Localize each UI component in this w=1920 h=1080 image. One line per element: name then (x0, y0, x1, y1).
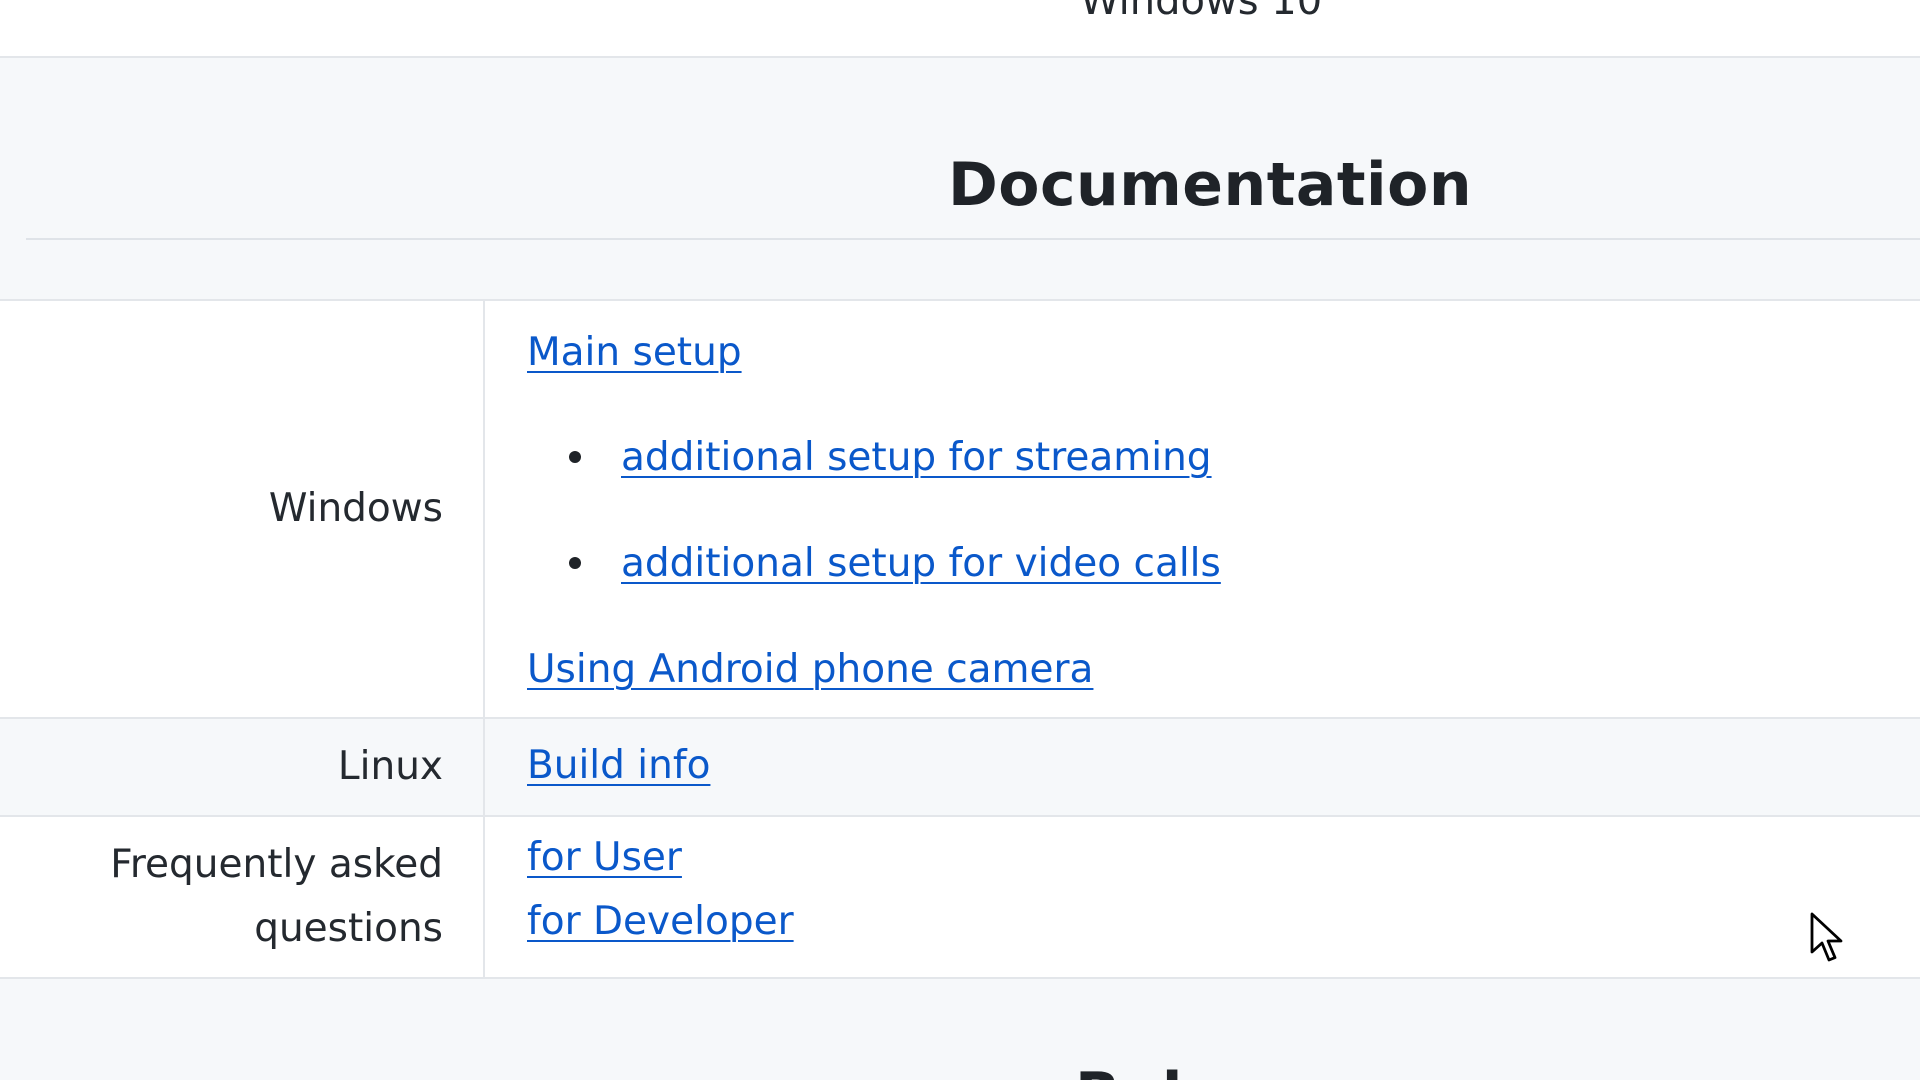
row-label-text: Linux (337, 744, 443, 789)
row-label-linux: Linux (0, 719, 485, 815)
faq-label-line1: Frequently asked (110, 842, 443, 887)
list-item: Main setup (527, 328, 742, 378)
row-label-windows: Windows (0, 301, 485, 717)
list-item: Build info (527, 741, 710, 791)
row-content-faq: for User for Developer (527, 817, 1920, 977)
previous-row-value: Windows 10 (1080, 0, 1323, 24)
bullet-icon (569, 556, 581, 569)
bullet-icon (569, 450, 581, 463)
streaming-setup-link[interactable]: additional setup for streaming (621, 435, 1212, 480)
row-content-windows: Main setup additional setup for streamin… (527, 301, 1920, 717)
mouse-cursor-icon (1810, 912, 1843, 962)
table-row-linux: Linux Build info (0, 717, 1920, 815)
next-section-title: Rel (1075, 1060, 1182, 1080)
table-row-faq: Frequently asked questions for User for … (0, 815, 1920, 979)
row-label-text: Windows (268, 486, 443, 531)
documentation-section-header: Documentation (0, 58, 1920, 301)
section-divider (26, 238, 1920, 240)
list-item: for Developer (527, 897, 794, 947)
video-calls-setup-link[interactable]: additional setup for video calls (621, 541, 1221, 586)
table-row-windows: Windows Main setup additional setup for … (0, 299, 1920, 717)
page: Windows 10 Documentation Windows Main se… (0, 0, 1920, 1080)
row-label-faq: Frequently asked questions (0, 817, 485, 977)
faq-label-line2: questions (254, 906, 443, 951)
list-item: additional setup for video calls (527, 539, 1221, 589)
list-item: for User (527, 833, 682, 883)
list-item: additional setup for streaming (527, 433, 1212, 483)
row-content-linux: Build info (527, 719, 1920, 815)
section-title: Documentation (947, 150, 1473, 220)
faq-developer-link[interactable]: for Developer (527, 899, 794, 944)
previous-table-row: Windows 10 (0, 0, 1920, 58)
build-info-link[interactable]: Build info (527, 743, 710, 788)
faq-user-link[interactable]: for User (527, 835, 682, 880)
main-setup-link[interactable]: Main setup (527, 330, 742, 375)
documentation-table: Windows Main setup additional setup for … (0, 299, 1920, 979)
row-label-text: Frequently asked questions (110, 833, 443, 961)
android-camera-link[interactable]: Using Android phone camera (527, 647, 1093, 692)
list-item: Using Android phone camera (527, 645, 1093, 695)
